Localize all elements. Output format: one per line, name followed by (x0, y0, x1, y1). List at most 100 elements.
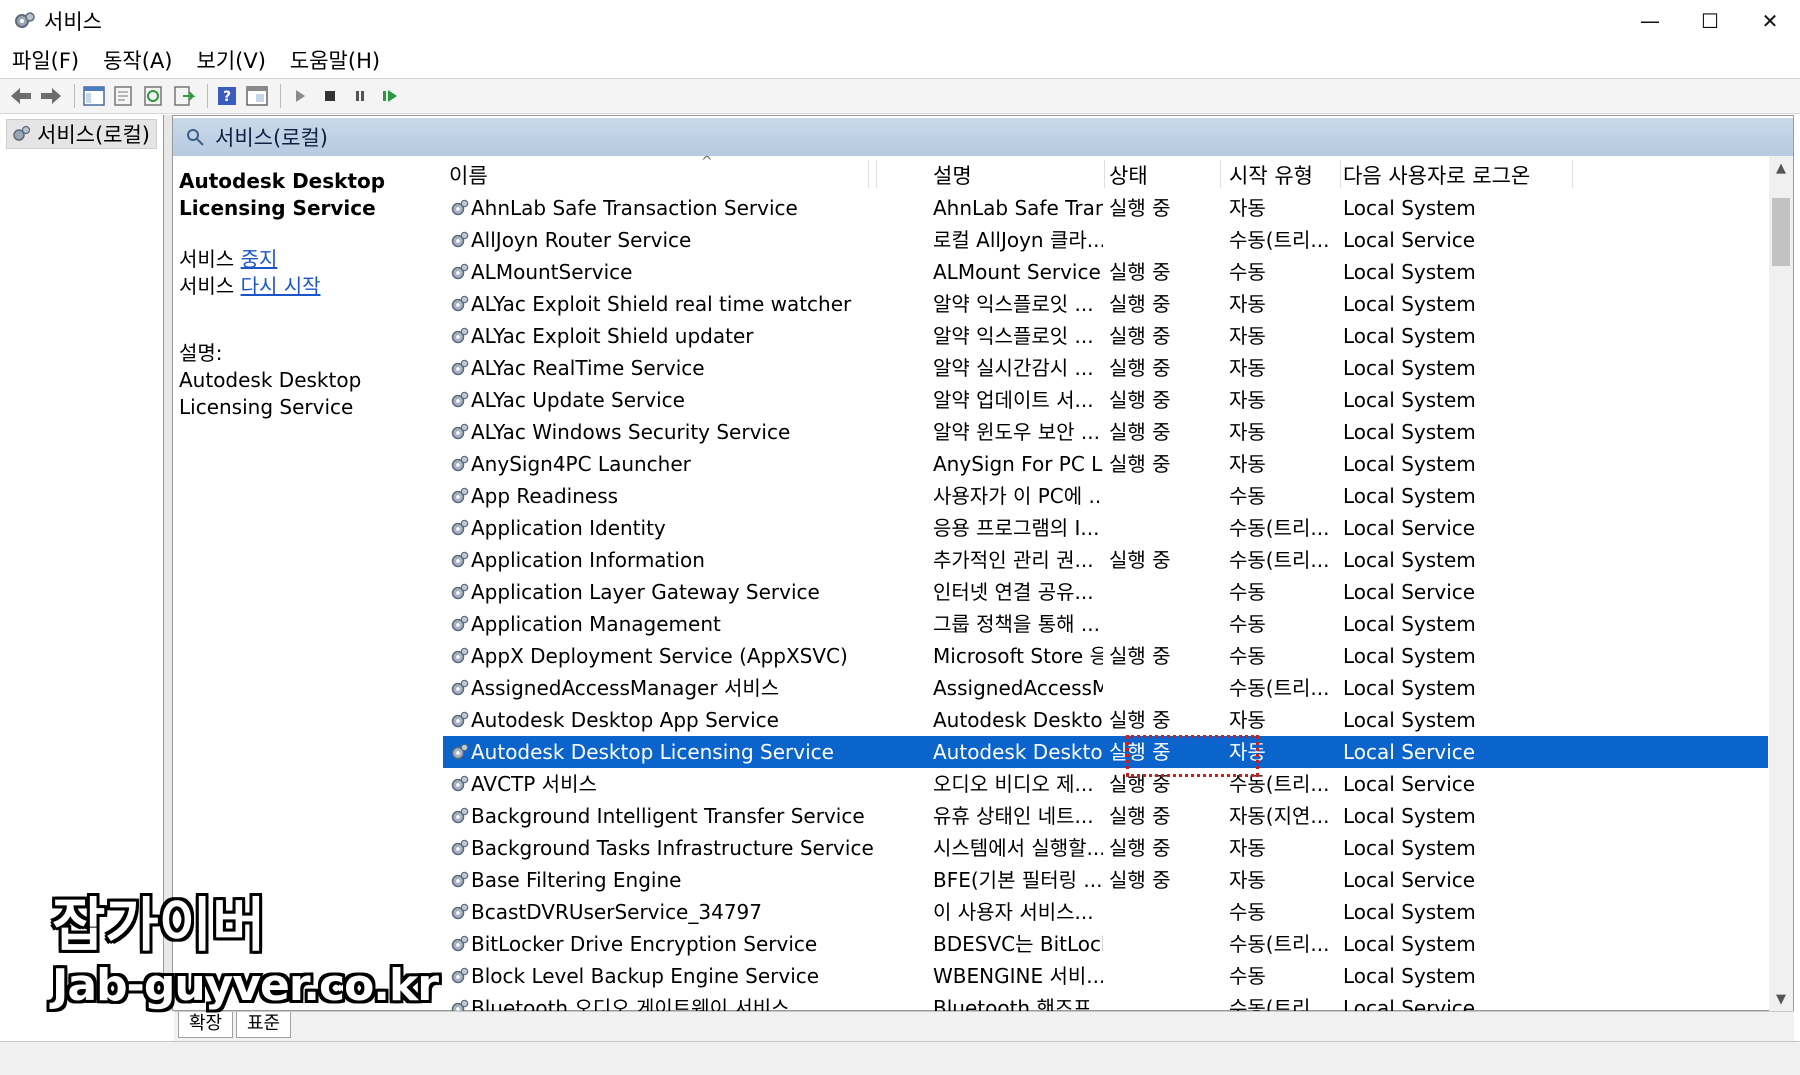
table-row[interactable]: ALYac Exploit Shield real time watcher 알약… (443, 288, 1768, 320)
service-description: 유휴 상태인 네트... (933, 804, 1094, 828)
service-name: ALYac Exploit Shield real time watcher (471, 292, 852, 316)
start-service-button[interactable] (287, 83, 313, 109)
service-logon-as: Local System (1343, 292, 1476, 316)
table-row[interactable]: Base Filtering Engine BFE(기본 필터링 ... 실행 중 자… (443, 864, 1768, 896)
service-description: ALMount Service (933, 260, 1101, 284)
service-startup-type: 자동 (1229, 324, 1266, 348)
scroll-up-icon[interactable]: ▲ (1769, 156, 1793, 180)
service-name: Autodesk Desktop App Service (471, 708, 779, 732)
table-row[interactable]: Autodesk Desktop App Service Autodesk Des… (443, 704, 1768, 736)
table-row[interactable]: Block Level Backup Engine Service WBENGIN… (443, 960, 1768, 992)
help-button[interactable]: ? (214, 83, 240, 109)
table-row[interactable]: AnySign4PC Launcher AnySign For PC L... 실행… (443, 448, 1768, 480)
column-header-status[interactable]: 상태 (1109, 156, 1221, 192)
service-name-cell: ALYac Update Service (449, 384, 929, 416)
pause-service-button[interactable] (347, 83, 373, 109)
restart-service-button[interactable] (377, 83, 403, 109)
close-button[interactable]: ✕ (1740, 0, 1800, 42)
table-row[interactable]: AllJoyn Router Service 로컬 AllJoyn 클라... 수동… (443, 224, 1768, 256)
console-tree: 서비스(로컬) (0, 115, 164, 1011)
table-row[interactable]: BcastDVRUserService_34797 이 사용자 서비스... 수동 L… (443, 896, 1768, 928)
service-gear-icon (451, 455, 469, 472)
service-name-cell: BcastDVRUserService_34797 (449, 896, 929, 928)
service-logon-as: Local System (1343, 964, 1476, 988)
table-row[interactable]: ALYac Update Service 알약 업데이트 서... 실행 중 자동 Lo… (443, 384, 1768, 416)
service-startup-type: 자동(지연... (1229, 804, 1330, 828)
service-gear-icon (451, 775, 469, 792)
service-startup-type: 자동 (1229, 196, 1266, 220)
service-description: 알약 업데이트 서... (933, 388, 1094, 412)
table-row[interactable]: Application Information 추가적인 관리 권... 실행 중 수… (443, 544, 1768, 576)
table-row[interactable]: BitLocker Drive Encryption Service BDESVC… (443, 928, 1768, 960)
service-description: 그룹 정책을 통해 ... (933, 612, 1100, 636)
service-logon-as: Local System (1343, 196, 1476, 220)
service-status: 실행 중 (1109, 324, 1171, 348)
service-status: 실행 중 (1109, 868, 1171, 892)
service-description: Autodesk Desktop... (933, 740, 1103, 764)
service-startup-type: 수동(트리... (1229, 228, 1330, 252)
table-row[interactable]: Background Intelligent Transfer Service 유… (443, 800, 1768, 832)
menu-help[interactable]: 도움말(H) (290, 45, 380, 75)
stop-service-button[interactable] (317, 83, 343, 109)
scroll-thumb[interactable] (1772, 198, 1790, 266)
service-description: AhnLab Safe Tran... (933, 196, 1103, 220)
scroll-down-icon[interactable]: ▼ (1769, 987, 1793, 1011)
service-startup-type: 자동 (1229, 388, 1266, 412)
service-name: Base Filtering Engine (471, 868, 682, 892)
service-status: 실행 중 (1109, 708, 1171, 732)
table-row[interactable]: Background Tasks Infrastructure Service 시… (443, 832, 1768, 864)
table-row[interactable]: AssignedAccessManager 서비스 AssignedAccessM… (443, 672, 1768, 704)
table-row[interactable]: ALYac Exploit Shield updater 알약 익스플로잇 ...… (443, 320, 1768, 352)
service-status: 실행 중 (1109, 644, 1171, 668)
properties-button[interactable] (111, 83, 137, 109)
splitter[interactable] (164, 115, 172, 1011)
service-status (1109, 896, 1221, 928)
table-row[interactable]: Application Layer Gateway Service 인터넷 연결 … (443, 576, 1768, 608)
show-hide-console-tree-button[interactable] (81, 83, 107, 109)
tree-item-services-local[interactable]: 서비스(로컬) (6, 119, 157, 149)
service-description: BFE(기본 필터링 ... (933, 868, 1103, 892)
maximize-button[interactable]: ☐ (1680, 0, 1740, 42)
service-startup-type: 수동(트리... (1229, 516, 1330, 540)
service-name-cell: ALYac Exploit Shield real time watcher (449, 288, 929, 320)
table-row[interactable]: App Readiness 사용자가 이 PC에 ... 수동 Local Syste… (443, 480, 1768, 512)
tab-extended[interactable]: 확장 (178, 1012, 234, 1038)
service-gear-icon (451, 295, 469, 312)
service-description: 추가적인 관리 권... (933, 548, 1094, 572)
table-row[interactable]: AVCTP 서비스 오디오 비디오 제... 실행 중 수동(트리... Local S… (443, 768, 1768, 800)
view-button[interactable] (244, 83, 270, 109)
column-header-logon[interactable]: 다음 사용자로 로그온 (1343, 156, 1573, 192)
table-row[interactable]: ALYac Windows Security Service 알약 윈도우 보안 … (443, 416, 1768, 448)
table-row[interactable]: Application Management 그룹 정책을 통해 ... 수동 Loc… (443, 608, 1768, 640)
back-button[interactable] (8, 83, 34, 109)
table-row[interactable]: ALMountService ALMount Service 실행 중 수동 Local… (443, 256, 1768, 288)
stop-service-link[interactable]: 중지 (241, 247, 278, 271)
forward-button[interactable] (38, 83, 64, 109)
table-row[interactable]: AhnLab Safe Transaction Service AhnLab Sa… (443, 192, 1768, 224)
column-header-description[interactable]: 설명 (933, 156, 1105, 192)
table-row[interactable]: Application Identity 응용 프로그램의 I... 수동(트리..… (443, 512, 1768, 544)
minimize-button[interactable]: — (1620, 0, 1680, 42)
menu-view[interactable]: 보기(V) (197, 45, 266, 75)
table-row[interactable]: ALYac RealTime Service 알약 실시간감시 ... 실행 중 자동… (443, 352, 1768, 384)
column-divider[interactable] (871, 156, 877, 192)
services-list: 이름 ^ 설명 상태 시작 유형 다음 사용자로 로그온 AhnLab Safe … (443, 156, 1768, 1011)
service-description: Microsoft Store 응... (933, 644, 1103, 668)
table-row[interactable]: Autodesk Desktop Licensing Service Autode… (443, 736, 1768, 768)
vertical-scrollbar[interactable]: ▲ ▼ (1769, 156, 1793, 1011)
column-header-name[interactable]: 이름 ^ (449, 156, 869, 192)
table-row[interactable]: Bluetooth 오디오 게이트웨이 서비스 Bluetooth 핸즈프... 수… (443, 992, 1768, 1011)
service-name-cell: Background Intelligent Transfer Service (449, 800, 929, 832)
service-startup-type: 자동 (1229, 356, 1266, 380)
menu-action[interactable]: 동작(A) (103, 45, 172, 75)
restart-service-link[interactable]: 다시 시작 (241, 274, 321, 298)
tab-standard[interactable]: 표준 (236, 1012, 292, 1038)
menu-file[interactable]: 파일(F) (12, 45, 79, 75)
service-logon-as: Local System (1343, 388, 1476, 412)
service-logon-as: Local System (1343, 836, 1476, 860)
column-header-startup-type[interactable]: 시작 유형 (1229, 156, 1341, 192)
table-row[interactable]: AppX Deployment Service (AppXSVC) Microso… (443, 640, 1768, 672)
service-gear-icon (451, 391, 469, 408)
refresh-button[interactable] (141, 83, 167, 109)
export-list-button[interactable] (171, 83, 197, 109)
